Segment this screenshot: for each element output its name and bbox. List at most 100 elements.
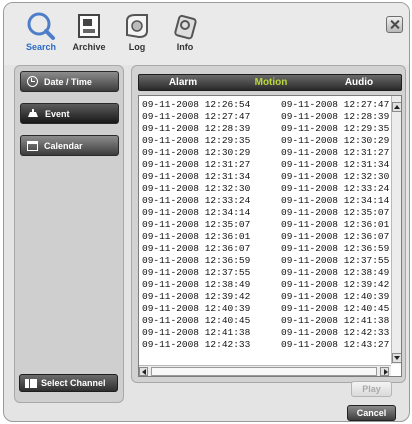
- event-start-time: 09-11-2008 12:36:01: [142, 231, 251, 242]
- event-row[interactable]: 09-11-2008 12:40:45 09-11-2008 12:41:38: [139, 315, 389, 327]
- event-end-time: 09-11-2008 12:36:07: [281, 231, 390, 242]
- event-rows: 09-11-2008 12:26:54 09-11-2008 12:27:47 09…: [139, 99, 389, 351]
- event-row[interactable]: 09-11-2008 12:41:38 09-11-2008 12:42:33: [139, 327, 389, 339]
- event-start-time: 09-11-2008 12:40:39: [142, 303, 251, 314]
- event-row[interactable]: 09-11-2008 12:36:07 09-11-2008 12:36:59: [139, 243, 389, 255]
- event-start-time: 09-11-2008 12:41:38: [142, 327, 251, 338]
- tab-audio[interactable]: Audio: [315, 75, 403, 90]
- event-end-time: 09-11-2008 12:43:27: [281, 339, 390, 350]
- event-row[interactable]: 09-11-2008 12:31:27 09-11-2008 12:31:34: [139, 159, 389, 171]
- close-icon[interactable]: [386, 16, 403, 33]
- event-row[interactable]: 09-11-2008 12:33:24 09-11-2008 12:34:14: [139, 195, 389, 207]
- event-start-time: 09-11-2008 12:32:30: [142, 183, 251, 194]
- event-start-time: 09-11-2008 12:33:24: [142, 195, 251, 206]
- event-row[interactable]: 09-11-2008 12:29:35 09-11-2008 12:30:29: [139, 135, 389, 147]
- event-row[interactable]: 09-11-2008 12:40:39 09-11-2008 12:40:45: [139, 303, 389, 315]
- event-start-time: 09-11-2008 12:27:47: [142, 111, 251, 122]
- channel-icon: [25, 378, 37, 388]
- log-tool[interactable]: Log: [112, 11, 162, 61]
- event-row[interactable]: 09-11-2008 12:37:55 09-11-2008 12:38:49: [139, 267, 389, 279]
- event-end-time: 09-11-2008 12:41:38: [281, 315, 390, 326]
- archive-tool[interactable]: Archive: [64, 11, 114, 61]
- date-time-label: Date / Time: [44, 76, 92, 87]
- event-end-time: 09-11-2008 12:34:14: [281, 195, 390, 206]
- date-time-button[interactable]: Date / Time: [20, 71, 119, 92]
- event-row[interactable]: 09-11-2008 12:28:39 09-11-2008 12:29:35: [139, 123, 389, 135]
- event-end-time: 09-11-2008 12:36:01: [281, 219, 390, 230]
- event-start-time: 09-11-2008 12:39:42: [142, 291, 251, 302]
- event-start-time: 09-11-2008 12:30:29: [142, 147, 251, 158]
- event-end-time: 09-11-2008 12:31:34: [281, 159, 390, 170]
- event-start-time: 09-11-2008 12:38:49: [142, 279, 251, 290]
- event-end-time: 09-11-2008 12:28:39: [281, 111, 390, 122]
- scroll-down-button[interactable]: [392, 353, 401, 363]
- event-row[interactable]: 09-11-2008 12:30:29 09-11-2008 12:31:27: [139, 147, 389, 159]
- log-icon: [126, 14, 148, 39]
- horizontal-scrollbar[interactable]: [139, 365, 391, 376]
- event-list[interactable]: 09-11-2008 12:26:54 09-11-2008 12:27:47 09…: [138, 95, 402, 377]
- arrow-down-icon: [394, 356, 400, 360]
- search-type-panel: Date / Time Event Calendar: [14, 65, 124, 403]
- info-tool-label: Info: [176, 42, 194, 52]
- results-panel: Alarm Motion Audio 09-11-2008 12:26:54 09…: [131, 65, 406, 383]
- search-icon: [27, 12, 55, 40]
- select-channel-label: Select Channel: [41, 378, 106, 388]
- event-end-time: 09-11-2008 12:29:35: [281, 123, 390, 134]
- event-start-time: 09-11-2008 12:29:35: [142, 135, 251, 146]
- event-end-time: 09-11-2008 12:31:27: [281, 147, 390, 158]
- event-end-time: 09-11-2008 12:37:55: [281, 255, 390, 266]
- event-row[interactable]: 09-11-2008 12:36:59 09-11-2008 12:37:55: [139, 255, 389, 267]
- tab-motion[interactable]: Motion: [227, 75, 315, 90]
- event-row[interactable]: 09-11-2008 12:36:01 09-11-2008 12:36:07: [139, 231, 389, 243]
- event-start-time: 09-11-2008 12:34:14: [142, 207, 251, 218]
- event-row[interactable]: 09-11-2008 12:26:54 09-11-2008 12:27:47: [139, 99, 389, 111]
- event-end-time: 09-11-2008 12:33:24: [281, 183, 390, 194]
- event-row[interactable]: 09-11-2008 12:27:47 09-11-2008 12:28:39: [139, 111, 389, 123]
- scroll-left-button[interactable]: [139, 367, 148, 376]
- event-end-time: 09-11-2008 12:38:49: [281, 267, 390, 278]
- info-tool[interactable]: Info: [160, 11, 210, 61]
- cancel-button[interactable]: Cancel: [347, 405, 396, 421]
- event-row[interactable]: 09-11-2008 12:35:07 09-11-2008 12:36:01: [139, 219, 389, 231]
- search-tool[interactable]: Search: [16, 11, 66, 61]
- event-row[interactable]: 09-11-2008 12:38:49 09-11-2008 12:39:42: [139, 279, 389, 291]
- event-icon: [28, 108, 38, 117]
- event-row[interactable]: 09-11-2008 12:42:33 09-11-2008 12:43:27: [139, 339, 389, 351]
- arrow-right-icon: [384, 369, 388, 375]
- calendar-icon: [27, 140, 38, 151]
- archive-icon: [78, 14, 100, 38]
- event-end-time: 09-11-2008 12:39:42: [281, 279, 390, 290]
- log-tool-label: Log: [128, 42, 146, 52]
- event-end-time: 09-11-2008 12:42:33: [281, 327, 390, 338]
- event-start-time: 09-11-2008 12:26:54: [142, 99, 251, 110]
- event-button[interactable]: Event: [20, 103, 119, 124]
- play-button[interactable]: Play: [351, 381, 392, 397]
- arrow-up-icon: [394, 105, 400, 109]
- tab-alarm[interactable]: Alarm: [139, 75, 227, 90]
- event-start-time: 09-11-2008 12:40:45: [142, 315, 251, 326]
- event-start-time: 09-11-2008 12:37:55: [142, 267, 251, 278]
- event-start-time: 09-11-2008 12:31:27: [142, 159, 251, 170]
- event-start-time: 09-11-2008 12:28:39: [142, 123, 251, 134]
- select-channel-button[interactable]: Select Channel: [19, 374, 118, 392]
- toolbar: Search Archive Log Info: [4, 3, 409, 65]
- info-icon: [174, 14, 197, 40]
- search-tool-label: Search: [25, 42, 57, 52]
- calendar-button[interactable]: Calendar: [20, 135, 119, 156]
- event-row[interactable]: 09-11-2008 12:34:14 09-11-2008 12:35:07: [139, 207, 389, 219]
- event-start-time: 09-11-2008 12:31:34: [142, 171, 251, 182]
- event-start-time: 09-11-2008 12:36:07: [142, 243, 251, 254]
- event-row[interactable]: 09-11-2008 12:31:34 09-11-2008 12:32:30: [139, 171, 389, 183]
- event-row[interactable]: 09-11-2008 12:39:42 09-11-2008 12:40:39: [139, 291, 389, 303]
- event-row[interactable]: 09-11-2008 12:32:30 09-11-2008 12:33:24: [139, 183, 389, 195]
- vertical-scrollbar[interactable]: [391, 96, 401, 364]
- event-end-time: 09-11-2008 12:40:39: [281, 291, 390, 302]
- event-end-time: 09-11-2008 12:35:07: [281, 207, 390, 218]
- horizontal-scroll-thumb[interactable]: [151, 367, 377, 376]
- scroll-up-button[interactable]: [392, 102, 401, 112]
- event-start-time: 09-11-2008 12:36:59: [142, 255, 251, 266]
- search-window: Search Archive Log Info Date / Time Even…: [3, 2, 410, 422]
- event-start-time: 09-11-2008 12:35:07: [142, 219, 251, 230]
- event-end-time: 09-11-2008 12:40:45: [281, 303, 390, 314]
- scroll-right-button[interactable]: [380, 367, 389, 376]
